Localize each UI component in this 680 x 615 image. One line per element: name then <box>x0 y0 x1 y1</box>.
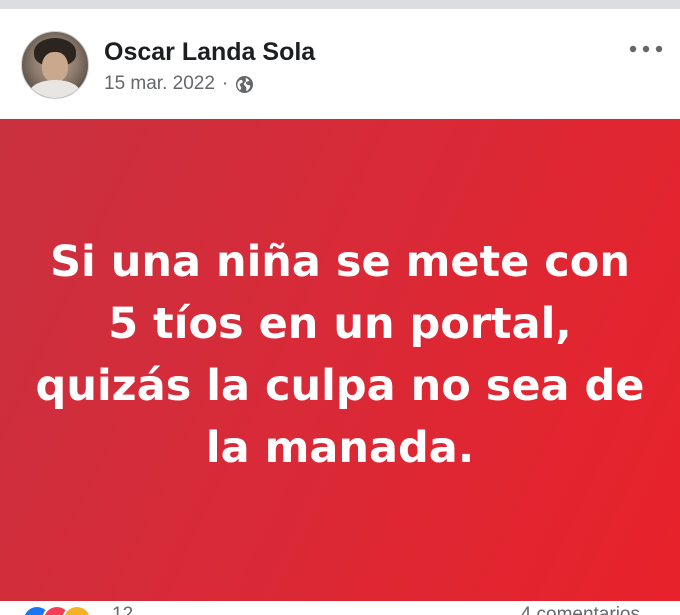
reactions-bar: 12 4 comentarios <box>0 601 680 615</box>
meta-separator: · <box>221 73 229 94</box>
haha-icon <box>62 605 92 615</box>
author-name[interactable]: Oscar Landa Sola <box>104 38 315 67</box>
post-text-line-1: Si una niña se mete con <box>50 237 630 287</box>
avatar-shirt <box>30 80 80 98</box>
post-meta: 15 mar. 2022 · <box>104 73 254 95</box>
reaction-icons[interactable] <box>22 605 112 615</box>
globe-icon[interactable] <box>235 75 254 94</box>
post-text: Si una niña se mete con 5 tíos en un por… <box>10 231 670 479</box>
avatar-face <box>42 52 68 82</box>
post-text-image[interactable]: Si una niña se mete con 5 tíos en un por… <box>0 119 680 601</box>
post-options-button[interactable] <box>626 39 666 59</box>
post-text-line-4: la manada. <box>205 423 475 473</box>
comments-count[interactable]: 4 comentarios <box>521 604 640 615</box>
more-horizontal-icon <box>629 45 663 53</box>
post-date[interactable]: 15 mar. 2022 <box>104 73 215 95</box>
post-card: Oscar Landa Sola 15 mar. 2022 · Si una n… <box>0 9 680 615</box>
author-avatar[interactable] <box>21 31 89 99</box>
reaction-count[interactable]: 12 <box>112 604 133 615</box>
post-header: Oscar Landa Sola 15 mar. 2022 · <box>0 9 680 119</box>
post-text-line-3: quizás la culpa no sea de <box>35 361 645 411</box>
post-text-line-2: 5 tíos en un portal, <box>108 299 572 349</box>
